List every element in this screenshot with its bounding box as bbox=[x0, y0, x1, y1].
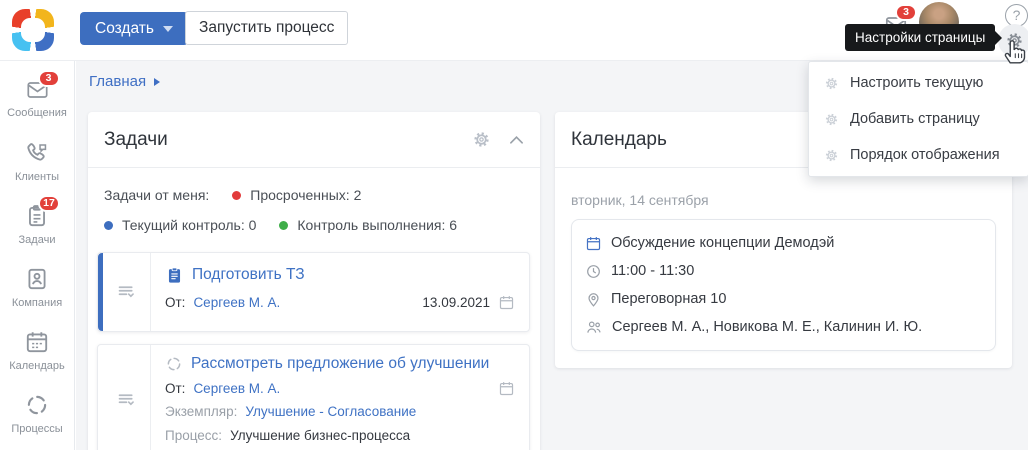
menu-item-label: Настроить текущую bbox=[850, 75, 984, 91]
envelope-icon: 3 bbox=[24, 70, 60, 102]
page-settings-button[interactable] bbox=[998, 24, 1028, 57]
filter-execution-control-label[interactable]: Контроль выполнения: 6 bbox=[297, 217, 457, 233]
calendar-day-header: вторник, 14 сентября bbox=[571, 192, 709, 208]
task-drag-handle[interactable] bbox=[103, 345, 151, 450]
filter-from-me-label[interactable]: Задачи от меня: bbox=[104, 187, 209, 203]
breadcrumb-arrow-icon bbox=[154, 77, 161, 86]
task-due-date: 13.09.2021 bbox=[422, 294, 490, 310]
sidebar-item-clients[interactable]: Клиенты bbox=[0, 130, 74, 193]
task-from-person-link[interactable]: Сергеев М. А. bbox=[193, 295, 280, 310]
create-button-label: Создать bbox=[95, 19, 154, 37]
breadcrumb-home-link[interactable]: Главная bbox=[89, 73, 146, 90]
blue-dot-icon bbox=[104, 220, 113, 230]
id-card-icon bbox=[24, 266, 50, 292]
create-button[interactable]: Создать bbox=[80, 12, 188, 45]
sidebar-item-label: Клиенты bbox=[14, 171, 60, 183]
list-menu-icon bbox=[118, 285, 134, 297]
date-calendar-icon[interactable] bbox=[498, 380, 515, 397]
event-calendar-icon bbox=[586, 236, 601, 250]
clock-icon bbox=[587, 264, 600, 278]
location-pin-icon bbox=[588, 292, 599, 307]
task-instance-link[interactable]: Улучшение - Согласование bbox=[245, 404, 416, 419]
menu-item-label: Порядок отображения bbox=[850, 147, 1000, 163]
page-settings-menu: Настроить текущую Добавить страницу Поря… bbox=[808, 61, 1028, 177]
task-process-label: Процесс: bbox=[165, 428, 223, 444]
task-clipboard-icon bbox=[168, 266, 181, 283]
task-instance-label: Экземпляр: bbox=[165, 404, 238, 420]
sidebar-item-label: Сообщения bbox=[7, 107, 67, 119]
phone-icon bbox=[24, 140, 50, 166]
task-drag-handle[interactable] bbox=[103, 253, 151, 331]
breadcrumb[interactable]: Главная bbox=[89, 73, 161, 90]
chevron-down-icon bbox=[162, 25, 173, 32]
calendar-icon bbox=[24, 329, 50, 355]
menu-item-display-order[interactable]: Порядок отображения bbox=[809, 137, 1028, 173]
collapse-chevron-icon[interactable] bbox=[509, 135, 524, 145]
menu-item-add-page[interactable]: Добавить страницу bbox=[809, 101, 1028, 137]
green-dot-icon bbox=[279, 220, 289, 230]
gear-icon bbox=[825, 113, 838, 125]
tasks-filters: Задачи от меня: Просроченных: 2 Текущий … bbox=[88, 168, 540, 250]
gear-icon bbox=[1007, 33, 1022, 48]
gear-icon bbox=[825, 77, 838, 89]
run-process-label: Запустить процесс bbox=[199, 19, 335, 36]
tasks-widget-title: Задачи bbox=[104, 128, 168, 150]
clipboard-icon: 17 bbox=[24, 195, 60, 229]
sidebar-item-calendar[interactable]: Календарь bbox=[0, 319, 74, 382]
sidebar: 3 Сообщения Клиенты 17 Задачи Компания К… bbox=[0, 61, 75, 450]
event-location: Переговорная 10 bbox=[611, 291, 727, 307]
gear-icon bbox=[825, 149, 838, 161]
task-item[interactable]: Подготовить ТЗ От: Сергеев М. А. 13.09.2… bbox=[97, 252, 530, 332]
sidebar-item-tasks[interactable]: 17 Задачи bbox=[0, 193, 74, 256]
messages-badge: 3 bbox=[37, 70, 60, 87]
event-time: 11:00 - 11:30 bbox=[611, 263, 695, 279]
tasks-widget-header: Задачи bbox=[88, 112, 540, 168]
list-menu-icon bbox=[118, 393, 134, 405]
task-title-link[interactable]: Подготовить ТЗ bbox=[192, 266, 305, 284]
calendar-event[interactable]: Обсуждение концепции Демодэй 11:00 - 11:… bbox=[571, 219, 996, 351]
menu-item-configure-current[interactable]: Настроить текущую bbox=[809, 65, 1028, 101]
sidebar-item-label: Процессы bbox=[11, 423, 63, 435]
app-logo-icon[interactable] bbox=[12, 9, 54, 51]
task-item[interactable]: Рассмотреть предложение об улучшении От:… bbox=[97, 344, 530, 450]
filter-current-control-label[interactable]: Текущий контроль: 0 bbox=[122, 217, 256, 233]
notifications-badge: 3 bbox=[895, 4, 917, 21]
task-from-person-link[interactable]: Сергеев М. А. bbox=[193, 381, 280, 396]
sidebar-item-label: Задачи bbox=[18, 234, 56, 246]
tasks-badge: 17 bbox=[38, 195, 60, 212]
participants-icon bbox=[587, 321, 601, 333]
red-dot-icon bbox=[232, 190, 242, 200]
event-title[interactable]: Обсуждение концепции Демодэй bbox=[611, 235, 834, 251]
process-task-icon bbox=[167, 358, 181, 371]
tooltip-text: Настройки страницы bbox=[855, 30, 986, 45]
sidebar-item-messages[interactable]: 3 Сообщения bbox=[0, 67, 74, 130]
process-icon bbox=[24, 392, 50, 418]
widget-settings-gear-icon[interactable] bbox=[472, 130, 491, 149]
sidebar-item-processes[interactable]: Процессы bbox=[0, 382, 74, 445]
task-title-link[interactable]: Рассмотреть предложение об улучшении bbox=[191, 355, 489, 373]
task-from-label: От: bbox=[165, 380, 186, 396]
task-list: Подготовить ТЗ От: Сергеев М. А. 13.09.2… bbox=[88, 250, 540, 450]
date-calendar-icon[interactable] bbox=[498, 294, 515, 311]
task-process-value: Улучшение бизнес-процесса bbox=[230, 428, 411, 444]
sidebar-item-company[interactable]: Компания bbox=[0, 256, 74, 319]
run-process-button[interactable]: Запустить процесс bbox=[185, 11, 349, 45]
sidebar-item-label: Компания bbox=[11, 297, 63, 309]
task-from-label: От: bbox=[165, 294, 186, 310]
page-settings-tooltip: Настройки страницы bbox=[845, 24, 1003, 51]
filter-overdue-label[interactable]: Просроченных: 2 bbox=[250, 187, 361, 203]
event-participants: Сергеев М. А., Новикова М. Е., Калинин И… bbox=[612, 319, 923, 335]
menu-item-label: Добавить страницу bbox=[850, 111, 980, 127]
calendar-widget-title: Календарь bbox=[571, 128, 667, 150]
sidebar-item-label: Календарь bbox=[9, 360, 65, 372]
tasks-widget: Задачи Задачи от меня: Просроченных: 2 Т… bbox=[88, 112, 540, 450]
